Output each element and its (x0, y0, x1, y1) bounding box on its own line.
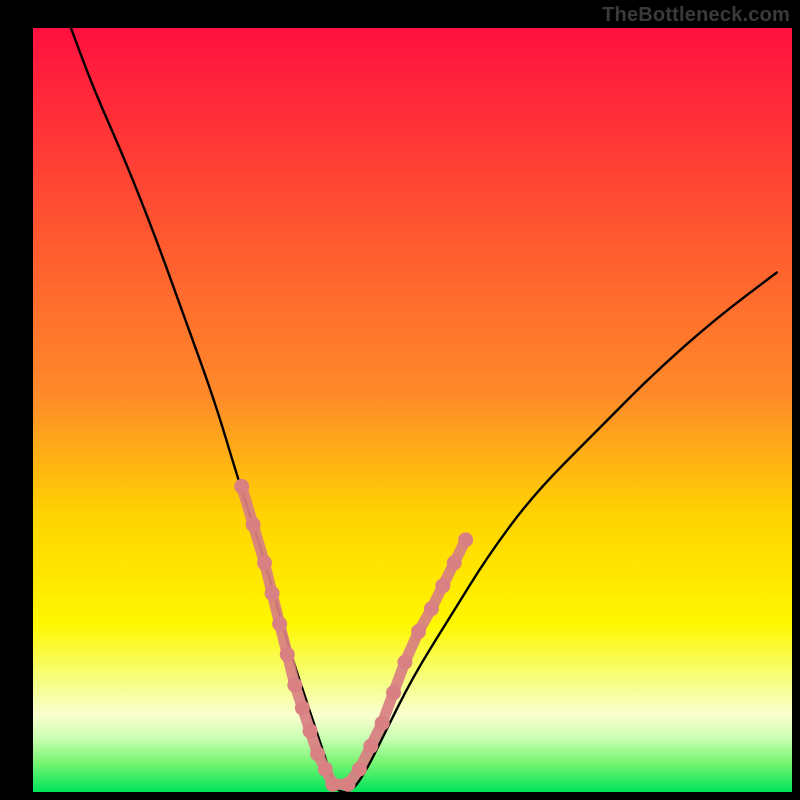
marker-dot (397, 655, 412, 670)
watermark-text: TheBottleneck.com (602, 4, 790, 27)
marker-dot (257, 555, 272, 570)
marker-dot (234, 479, 249, 494)
marker-dot (386, 685, 401, 700)
marker-dot (287, 678, 302, 693)
marker-dot (295, 700, 310, 715)
marker-dot (280, 647, 295, 662)
marker-dot (447, 555, 462, 570)
marker-dot (352, 762, 367, 777)
chart-container: TheBottleneck.com (0, 0, 800, 800)
marker-dot (272, 616, 287, 631)
marker-dot (310, 746, 325, 761)
marker-dot (424, 601, 439, 616)
marker-dot (340, 777, 355, 792)
marker-dot (458, 532, 473, 547)
marker-dot (363, 739, 378, 754)
marker-dot (411, 624, 426, 639)
marker-dot (303, 723, 318, 738)
marker-dot (318, 762, 333, 777)
chart-svg (0, 0, 800, 800)
marker-dot (265, 586, 280, 601)
marker-dot (246, 517, 261, 532)
marker-dot (435, 578, 450, 593)
marker-dot (325, 777, 340, 792)
marker-dot (375, 716, 390, 731)
